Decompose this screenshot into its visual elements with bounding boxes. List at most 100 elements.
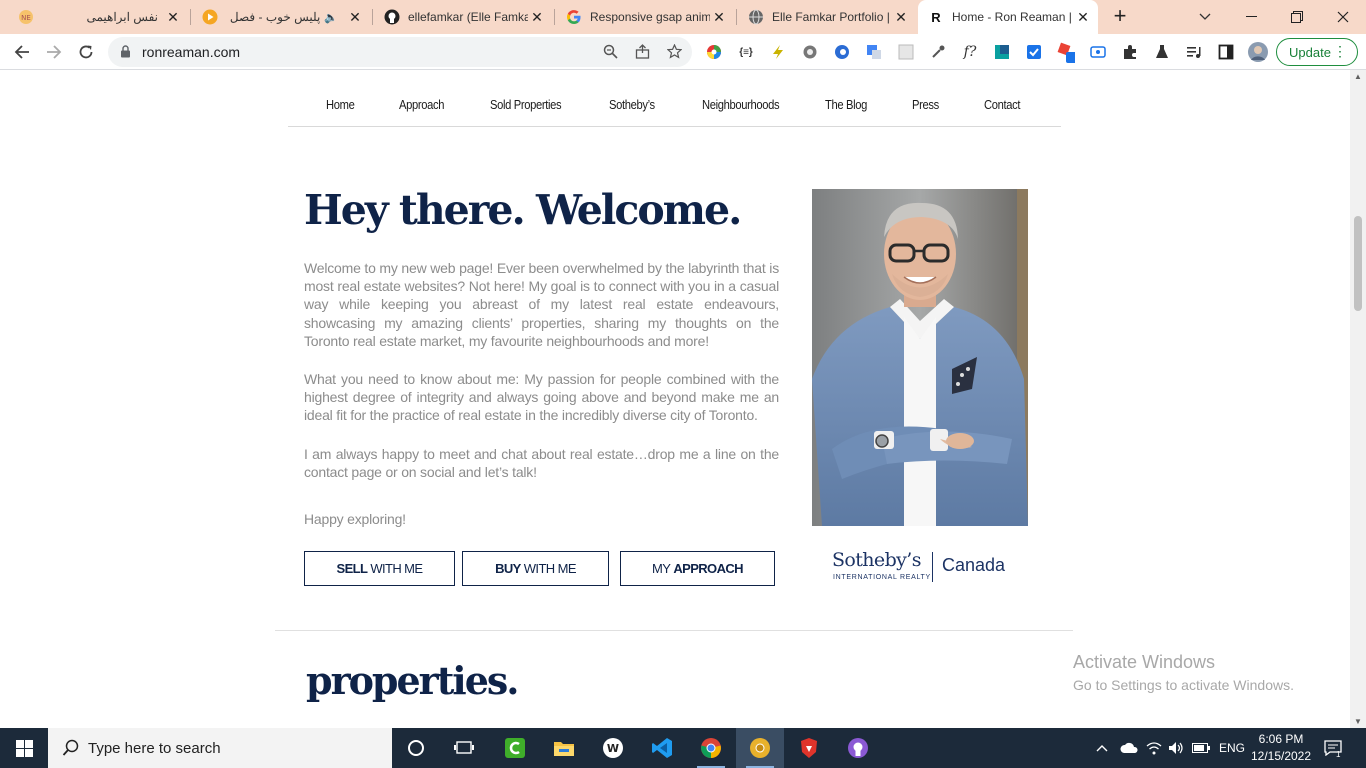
nav-press[interactable]: Press: [912, 97, 939, 112]
webstorm-app-icon[interactable]: W: [589, 728, 637, 768]
web-page: Home Approach Sold Properties Sotheby’s …: [0, 70, 1366, 728]
screen: NE نفس ابراهیمی ✕ پلیس خوب - فصل 🔈 ✕ ell…: [0, 0, 1366, 768]
checkbox-extension-icon[interactable]: [1025, 43, 1043, 61]
button-label-bold: SELL: [336, 561, 368, 576]
onedrive-icon[interactable]: [1120, 728, 1138, 768]
nav-blog[interactable]: The Blog: [825, 97, 867, 112]
nav-sold-properties[interactable]: Sold Properties: [490, 97, 562, 112]
tab-search-chevron-icon[interactable]: [1182, 0, 1228, 34]
teal-extension-icon[interactable]: [993, 43, 1011, 61]
tab-3[interactable]: ellefamkar (Elle Famka ✕: [374, 0, 552, 34]
update-button[interactable]: Update ⋮: [1276, 38, 1358, 66]
intro-paragraph: Welcome to my new web page! Ever been ov…: [304, 260, 779, 349]
scroll-up-arrow-icon[interactable]: ▲: [1354, 72, 1362, 81]
eyedropper-extension-icon[interactable]: [929, 43, 947, 61]
tab-1[interactable]: NE نفس ابراهیمی ✕: [8, 0, 188, 34]
translate-extension-icon[interactable]: [865, 43, 883, 61]
my-approach-button[interactable]: MY APPROACH: [620, 551, 775, 586]
svg-text:NE: NE: [21, 14, 31, 22]
nav-sothebys[interactable]: Sotheby’s: [609, 97, 655, 112]
tab-2[interactable]: پلیس خوب - فصل 🔈 ✕: [192, 0, 370, 34]
buy-with-me-button[interactable]: BUY WITH ME: [462, 551, 609, 586]
github-icon: [384, 9, 400, 25]
battery-icon[interactable]: [1192, 728, 1210, 768]
nav-approach[interactable]: Approach: [399, 97, 444, 112]
tab-title: پلیس خوب - فصل: [229, 10, 321, 24]
lightning-extension-icon[interactable]: [769, 43, 787, 61]
screen-capture-extension-icon[interactable]: [1089, 43, 1107, 61]
vscode-app-icon[interactable]: [638, 728, 686, 768]
hero-title: Hey there. Welcome.: [304, 186, 742, 234]
file-explorer-icon[interactable]: [540, 728, 588, 768]
brave-app-icon[interactable]: [785, 728, 833, 768]
button-label-light: MY: [652, 561, 671, 576]
chrome-app-icon[interactable]: [687, 728, 735, 768]
show-hidden-icons-icon[interactable]: [1096, 728, 1108, 768]
watermark-title: Activate Windows: [1073, 652, 1216, 672]
close-tab-icon[interactable]: ✕: [528, 9, 546, 26]
close-tab-icon[interactable]: ✕: [164, 9, 182, 26]
new-tab-button[interactable]: +: [1108, 5, 1132, 29]
share-icon[interactable]: [634, 44, 650, 60]
speaker-icon[interactable]: 🔈: [324, 11, 338, 24]
close-tab-icon[interactable]: ✕: [892, 9, 910, 26]
sell-with-me-button[interactable]: SELL WITH ME: [304, 551, 455, 586]
close-window-button[interactable]: [1320, 0, 1366, 34]
close-tab-icon[interactable]: ✕: [1074, 9, 1092, 26]
json-extension-icon[interactable]: {≡}: [737, 43, 755, 61]
back-button[interactable]: [8, 38, 36, 66]
github-desktop-app-icon[interactable]: [834, 728, 882, 768]
gear-extension-icon[interactable]: [801, 43, 819, 61]
tab-6-active[interactable]: R Home - Ron Reaman | ✕: [918, 0, 1098, 34]
sothebys-canada-logo: Sotheby’s INTERNATIONAL REALTY Canada: [832, 549, 1012, 585]
taskbar-search[interactable]: Type here to search: [48, 728, 392, 768]
nav-neighbourhoods[interactable]: Neighbourhoods: [702, 97, 780, 112]
zoom-icon[interactable]: [602, 44, 618, 60]
tab-5[interactable]: Elle Famkar Portfolio | ✕: [738, 0, 916, 34]
network-icon[interactable]: [1146, 728, 1162, 768]
language-indicator[interactable]: ENG: [1219, 728, 1245, 768]
closing-paragraph: Happy exploring!: [304, 511, 406, 527]
scroll-down-arrow-icon[interactable]: ▼: [1354, 717, 1362, 726]
address-bar[interactable]: ronreaman.com: [108, 37, 692, 67]
camtasia-app-icon[interactable]: [491, 728, 539, 768]
tab-4[interactable]: Responsive gsap anim ✕: [556, 0, 734, 34]
notification-extension-icon[interactable]: [1057, 42, 1075, 63]
tab-title: ellefamkar (Elle Famka: [408, 10, 528, 24]
page-scrollbar[interactable]: ▲ ▼: [1350, 70, 1366, 728]
task-view-icon[interactable]: [440, 728, 488, 768]
nav-contact[interactable]: Contact: [984, 97, 1020, 112]
close-tab-icon[interactable]: ✕: [346, 9, 364, 26]
minimize-button[interactable]: [1228, 0, 1274, 34]
browser-tab-strip: NE نفس ابراهیمی ✕ پلیس خوب - فصل 🔈 ✕ ell…: [0, 0, 1366, 34]
color-picker-extension-icon[interactable]: [705, 43, 723, 61]
flask-icon[interactable]: [1153, 43, 1171, 61]
browser-toolbar: ronreaman.com {≡} f? Update ⋮: [0, 34, 1366, 70]
media-queue-icon[interactable]: [1185, 43, 1203, 61]
forward-button[interactable]: [40, 38, 68, 66]
cortana-icon[interactable]: [392, 728, 440, 768]
logo-brand-text: Sotheby’s: [832, 549, 921, 571]
tab-divider: [372, 9, 373, 25]
start-button[interactable]: [0, 728, 48, 768]
close-tab-icon[interactable]: ✕: [710, 9, 728, 26]
side-panel-icon[interactable]: [1217, 43, 1235, 61]
more-menu-icon[interactable]: ⋮: [1333, 43, 1347, 60]
volume-icon[interactable]: [1168, 728, 1184, 768]
scrollbar-thumb[interactable]: [1354, 216, 1362, 311]
grid-extension-icon[interactable]: [897, 43, 915, 61]
system-clock[interactable]: 6:06 PM 12/15/2022: [1248, 731, 1314, 765]
puzzle-extensions-icon[interactable]: [1121, 43, 1139, 61]
notifications-icon[interactable]: 1: [1324, 728, 1342, 768]
chrome-canary-app-icon[interactable]: [736, 728, 784, 768]
url-text[interactable]: ronreaman.com: [142, 44, 240, 60]
edge-extension-icon[interactable]: [833, 43, 851, 61]
nav-home[interactable]: Home: [326, 97, 355, 112]
font-extension-icon[interactable]: f?: [961, 43, 979, 61]
profile-avatar[interactable]: [1248, 42, 1268, 62]
lock-icon[interactable]: [120, 45, 131, 63]
properties-heading: properties.: [306, 658, 519, 703]
bookmark-star-icon[interactable]: [666, 43, 682, 60]
reload-button[interactable]: [72, 38, 100, 66]
restore-button[interactable]: [1274, 0, 1320, 34]
